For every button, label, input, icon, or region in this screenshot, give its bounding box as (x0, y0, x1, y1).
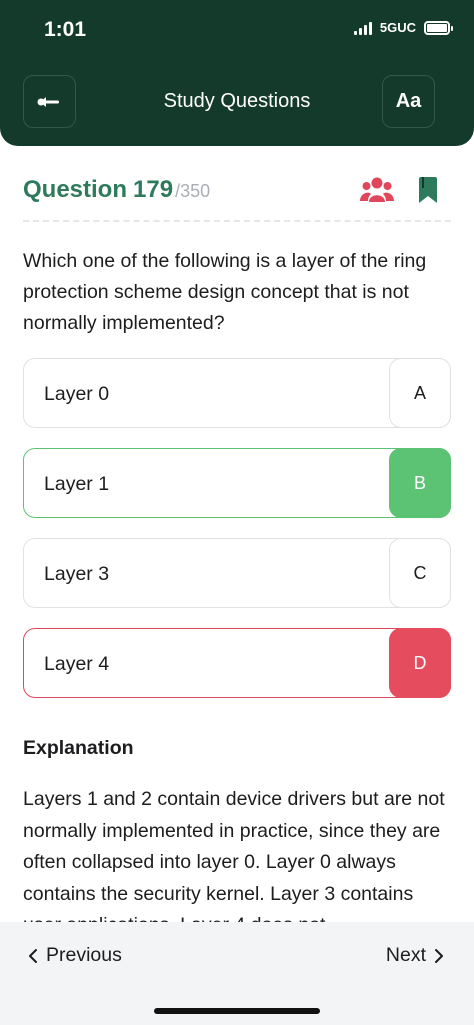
answer-option-a[interactable]: Layer 0 A (23, 358, 451, 428)
chevron-left-icon (29, 948, 37, 963)
question-total: /350 (175, 181, 211, 201)
bookmark-icon (419, 177, 437, 203)
answer-letter: C (389, 538, 451, 608)
bookmark-button[interactable] (418, 176, 438, 209)
answer-text: Layer 3 (44, 563, 110, 585)
question-text: Which one of the following is a layer of… (23, 250, 427, 334)
answer-text: Layer 4 (44, 653, 110, 675)
next-label: Next (385, 944, 426, 966)
question-number: 179 (133, 176, 174, 203)
divider (23, 220, 451, 222)
network-label: 5GUC (379, 20, 416, 35)
explanation-title: Explanation (23, 737, 134, 759)
question-counter: Question 179 /350 (23, 176, 210, 204)
question-label: Question (23, 176, 128, 203)
answer-option-d[interactable]: Layer 4 D (23, 628, 451, 698)
answer-option-c[interactable]: Layer 3 C (23, 538, 451, 608)
font-size-button[interactable]: Aa (382, 75, 435, 128)
question-actions (360, 176, 438, 209)
bottom-navigation: Previous Next (0, 922, 474, 1025)
answer-letter: B (389, 448, 451, 518)
chevron-right-icon (435, 948, 443, 963)
explanation-text: Layers 1 and 2 contain device drivers bu… (23, 788, 445, 924)
status-indicators: 5GUC (353, 20, 453, 35)
answer-text: Layer 1 (44, 473, 110, 495)
next-button[interactable]: Next (386, 944, 444, 967)
answer-text: Layer 0 (44, 383, 110, 405)
battery-icon (424, 20, 453, 35)
answer-letter: A (389, 358, 451, 428)
previous-label: Previous (46, 944, 122, 966)
home-indicator (154, 1008, 320, 1014)
status-bar: 1:01 5GUC (0, 0, 474, 60)
status-time: 1:01 (44, 18, 87, 41)
answer-option-b[interactable]: Layer 1 B (23, 448, 451, 518)
signal-icon (353, 21, 372, 35)
answer-letter: D (389, 628, 451, 698)
app-header: 1:01 5GUC Study Questions Aa (0, 0, 474, 146)
group-icon (360, 177, 394, 202)
previous-button[interactable]: Previous (28, 944, 122, 967)
community-button[interactable] (360, 177, 394, 208)
